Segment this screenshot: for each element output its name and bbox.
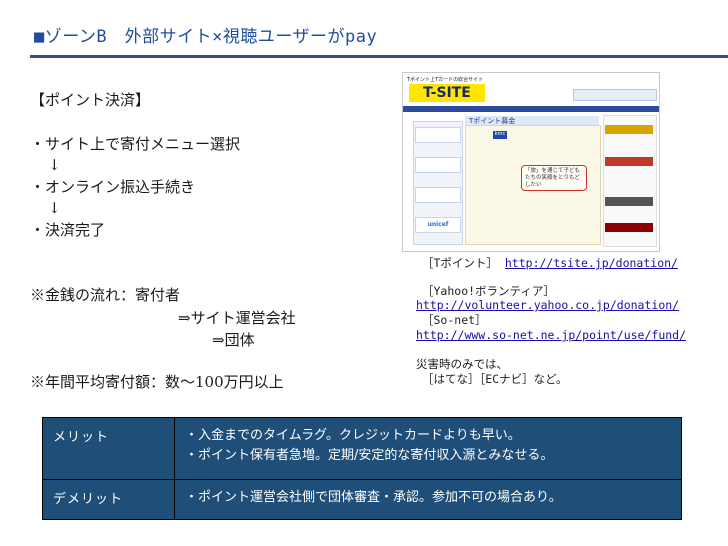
tsite-right-block (605, 157, 653, 166)
tsite-header-text: Tポイント上Tカードの総合サイト (407, 77, 484, 83)
money-flow-operator: ⇒サイト運営会社 (178, 309, 296, 327)
tsite-message-bubble: 「旅」を通じて子どもたちの笑顔をとりもどしたい (521, 165, 587, 191)
tsite-nav-bar (573, 89, 657, 101)
tsite-left-banner (415, 187, 461, 203)
annual-average-donation: ※年間平均寄付額：数〜100万円以上 (30, 373, 284, 391)
merit-demerit-table: メリット ・入金までのタイムラグ。クレジットカードよりも早い。 ・ポイント保有者… (42, 417, 682, 520)
ref-tpoint: ［Tポイント］ http://tsite.jp/donation/ (422, 256, 678, 270)
merit-line: ・入金までのタイムラグ。クレジットカードよりも早い。 (185, 428, 521, 443)
tsite-screenshot: Tポイント上Tカードの総合サイト T-SITE Tポイント募金 unicef k… (402, 72, 660, 252)
merit-content: ・入金までのタイムラグ。クレジットカードよりも早い。 ・ポイント保有者急増。定期… (174, 417, 682, 480)
tsite-right-block (605, 223, 653, 232)
ref-tpoint-label: ［Tポイント］ (422, 256, 498, 270)
table-row: デメリット ・ポイント運営会社側で団体審査・承認。参加不可の場合あり。 (42, 479, 682, 520)
page-title: ■ゾーンB 外部サイト×視聴ユーザーがpay (34, 27, 378, 47)
ref-sonet-link[interactable]: http://www.so-net.ne.jp/point/use/fund/ (416, 328, 686, 342)
merit-label: メリット (42, 417, 175, 480)
section-title: 【ポイント決済】 (30, 91, 151, 109)
tsite-right-block (605, 197, 653, 206)
ref-disaster-note: 災害時のみでは、 (416, 357, 508, 371)
demerit-line: ・ポイント運営会社側で団体審査・承認。参加不可の場合あり。 (185, 490, 562, 505)
money-flow-donor: ※金銭の流れ：寄付者 (30, 286, 181, 304)
ref-sonet-label: ［So-net］ (422, 313, 487, 327)
tsite-right-block (605, 125, 653, 134)
tsite-kmc-badge: kmc (493, 131, 507, 139)
tsite-unicef-banner: unicef (415, 217, 461, 233)
step-complete: ・決済完了 (30, 221, 106, 239)
step-arrow: ↓ (48, 199, 61, 217)
tsite-blue-band (403, 106, 659, 112)
tsite-left-banner (415, 127, 461, 143)
merit-line: ・ポイント保有者急増。定期/安定的な寄付収入源とみなせる。 (185, 448, 554, 463)
step-online-transfer: ・オンライン振込手続き (30, 178, 196, 196)
tsite-logo: T-SITE (409, 84, 485, 102)
step-select-menu: ・サイト上で寄付メニュー選択 (30, 135, 241, 153)
money-flow-org: ⇒団体 (212, 331, 255, 349)
tsite-left-banner (415, 157, 461, 173)
demerit-label: デメリット (42, 479, 175, 520)
table-row: メリット ・入金までのタイムラグ。クレジットカードよりも早い。 ・ポイント保有者… (42, 417, 682, 480)
tsite-main-title: Tポイント募金 (465, 116, 599, 125)
ref-yahoo-link[interactable]: http://volunteer.yahoo.co.jp/donation/ (416, 298, 679, 312)
ref-yahoo-label: ［Yahoo!ボランティア］ (422, 284, 555, 298)
demerit-content: ・ポイント運営会社側で団体審査・承認。参加不可の場合あり。 (174, 479, 682, 520)
title-rule (30, 55, 728, 58)
ref-tpoint-link[interactable]: http://tsite.jp/donation/ (505, 256, 678, 270)
step-arrow: ↓ (48, 156, 61, 174)
ref-others: ［はてな］［ECナビ］など。 (422, 372, 568, 386)
